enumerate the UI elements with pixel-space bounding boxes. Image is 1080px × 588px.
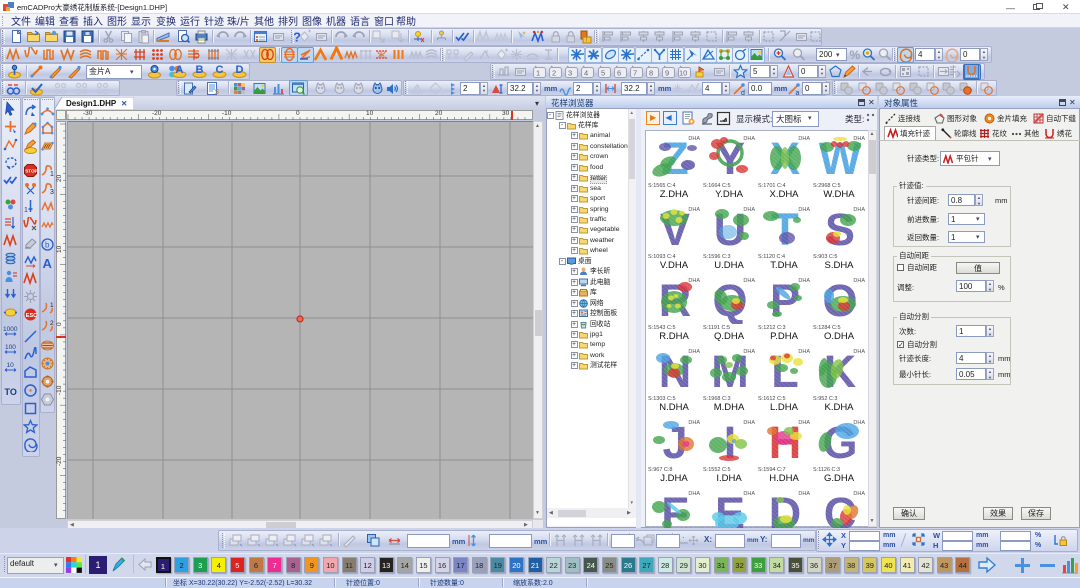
svg-text:DHA: DHA [798,420,810,426]
svg-text:C: C [216,64,224,76]
svg-text:A: A [43,256,53,270]
svg-text:DHA: DHA [853,420,865,426]
svg-text:DHA: DHA [743,207,755,213]
svg-text:DHA: DHA [853,349,865,355]
svg-text:STOP: STOP [25,169,37,174]
svg-text:DHA: DHA [688,207,700,213]
svg-text:DHA: DHA [743,420,755,426]
svg-text:9: 9 [665,69,669,78]
svg-text:DHA: DHA [743,278,755,284]
svg-text:A: A [176,64,184,76]
svg-text:TO: TO [5,387,17,397]
svg-text:DHA: DHA [743,136,755,142]
svg-text:DHA: DHA [688,491,700,497]
svg-text:2: 2 [552,69,556,78]
svg-text:1: 1 [50,171,54,178]
svg-text:3: 3 [50,189,54,196]
svg-text:%: % [850,48,861,62]
svg-text:100: 100 [5,344,16,351]
svg-text:3: 3 [568,69,572,78]
svg-text:DHA: DHA [798,491,810,497]
svg-text:DHA: DHA [798,349,810,355]
svg-text:1: 1 [536,69,540,78]
svg-text:DHA: DHA [743,491,755,497]
svg-text:8: 8 [649,69,653,78]
svg-text:d: d [741,90,745,96]
svg-text:ESC: ESC [26,313,37,319]
svg-text:b: b [45,241,50,250]
svg-text:DHA: DHA [853,278,865,284]
svg-text:DHA: DHA [853,491,865,497]
svg-text:DHA: DHA [688,349,700,355]
svg-text:1000: 1000 [3,326,18,333]
svg-text:6: 6 [617,69,621,78]
svg-text:DHA: DHA [853,207,865,213]
svg-text:1: 1 [24,207,28,214]
svg-text:5: 5 [601,69,605,78]
svg-text:DHA: DHA [798,136,810,142]
svg-text:DHA: DHA [798,278,810,284]
svg-text:B: B [196,64,204,76]
svg-text:DHA: DHA [798,207,810,213]
svg-text:10: 10 [679,69,687,78]
svg-text:DHA: DHA [743,349,755,355]
svg-text:$: $ [215,89,219,96]
svg-text:2: 2 [50,320,54,327]
svg-text:10: 10 [7,362,15,369]
svg-text:D: D [236,64,244,76]
svg-text:a: a [796,90,800,96]
svg-text:DHA: DHA [688,420,700,426]
svg-text:DHA: DHA [688,278,700,284]
svg-text:DHA: DHA [853,136,865,142]
svg-text:4: 4 [584,69,588,78]
svg-text:1: 1 [50,302,54,309]
svg-text:DHA: DHA [688,136,700,142]
svg-text:7: 7 [633,69,637,78]
